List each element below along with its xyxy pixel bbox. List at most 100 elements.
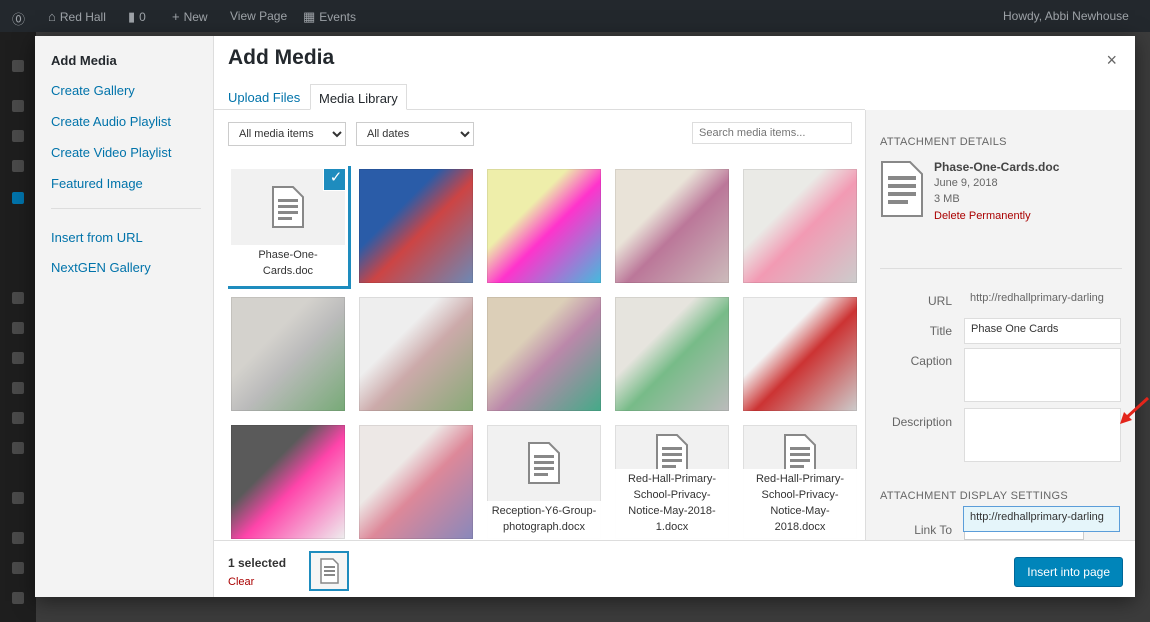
attachment-document[interactable]: Red-Hall-Primary-School-Privacy-Notice-M… <box>615 425 729 539</box>
close-icon[interactable]: × <box>1106 50 1117 71</box>
annotation-arrow-icon <box>1120 396 1150 424</box>
site-name: Red Hall <box>59 9 106 24</box>
add-media-modal: Add Media Create Gallery Create Audio Pl… <box>35 36 1135 597</box>
insert-into-page-button[interactable]: Insert into page <box>1014 557 1123 587</box>
attachment-photo[interactable] <box>359 425 473 539</box>
view-page-link[interactable]: View Page <box>230 9 287 23</box>
attachment-photo[interactable] <box>359 297 473 411</box>
events-link[interactable]: ▦ Events <box>303 9 356 25</box>
selected-attachment-thumbnail[interactable] <box>309 551 349 591</box>
attachment-filename: Reception-Y6-Group-photograph.docx <box>487 501 601 539</box>
user-icon <box>12 532 24 544</box>
plus-icon: + <box>172 9 180 24</box>
document-icon <box>881 161 923 217</box>
date-filter[interactable]: All dates <box>356 122 474 146</box>
attachment-photo[interactable] <box>487 297 601 411</box>
menu-separator <box>51 208 201 209</box>
pin-icon <box>12 442 24 454</box>
howdy-account[interactable]: Howdy, Abbi Newhouse <box>1003 9 1129 23</box>
selection-count: 1 selected <box>228 556 287 570</box>
description-label: Description <box>891 415 952 429</box>
attachment-photo[interactable] <box>231 297 345 411</box>
menu-create-gallery[interactable]: Create Gallery <box>51 83 135 98</box>
pin-icon <box>12 352 24 364</box>
url-field[interactable]: http://redhallprimary-darling <box>964 288 1121 314</box>
media-router-tabs: Upload Files Media Library <box>214 78 865 110</box>
pin-icon <box>12 412 24 424</box>
menu-nextgen-gallery[interactable]: NextGEN Gallery <box>51 260 151 275</box>
wrench-icon <box>12 562 24 574</box>
tab-upload-files[interactable]: Upload Files <box>220 84 308 110</box>
media-menu: Add Media Create Gallery Create Audio Pl… <box>35 36 214 597</box>
pin-icon <box>12 100 24 112</box>
new-link[interactable]: + New <box>172 9 208 24</box>
modal-title: Add Media <box>228 46 335 69</box>
attachment-document[interactable]: Reception-Y6-Group-photograph.docx <box>487 425 601 539</box>
comment-count: 0 <box>139 10 146 24</box>
details-divider <box>880 268 1122 269</box>
key-icon <box>12 160 24 172</box>
attachment-photo[interactable] <box>743 169 857 283</box>
media-icon <box>12 192 24 204</box>
attachment-document[interactable]: Phase-One-Cards.doc ✓ <box>231 169 345 283</box>
home-icon: ⌂ <box>48 9 56 24</box>
delete-permanently-link[interactable]: Delete Permanently <box>934 210 1031 222</box>
attachment-filename: Red-Hall-Primary-School-Privacy-Notice-M… <box>615 469 729 539</box>
link-url-field[interactable]: http://redhallprimary-darling <box>963 506 1120 532</box>
description-field[interactable] <box>964 408 1121 462</box>
admin-sidebar <box>0 32 36 622</box>
calendar-icon: ▦ <box>303 9 316 24</box>
attachment-details-panel: ATTACHMENT DETAILS Phase-One-Cards.doc J… <box>865 110 1135 540</box>
comments-link[interactable]: ▮ 0 <box>128 9 146 25</box>
attachment-filename: Phase-One-Cards.doc <box>934 160 1060 174</box>
calendar-icon <box>12 130 24 142</box>
attachment-filename: Red-Hall-Primary-School-Privacy-Notice-M… <box>743 469 857 539</box>
media-type-filter[interactable]: All media items <box>228 122 346 146</box>
attachment-photo[interactable] <box>487 169 601 283</box>
attachment-photo[interactable] <box>743 297 857 411</box>
attachment-photo[interactable] <box>615 169 729 283</box>
document-icon <box>528 442 560 484</box>
caption-field[interactable] <box>964 348 1121 402</box>
search-input[interactable] <box>692 122 852 144</box>
link-to-label: Link To <box>914 523 952 537</box>
pin-icon <box>12 292 24 304</box>
dashboard-icon <box>12 60 24 72</box>
document-icon <box>320 558 339 584</box>
events-label: Events <box>319 10 356 24</box>
url-label: URL <box>927 294 952 308</box>
menu-create-audio-playlist[interactable]: Create Audio Playlist <box>51 114 171 129</box>
attachment-filename: Phase-One-Cards.doc <box>231 245 345 283</box>
pin-icon <box>12 322 24 334</box>
menu-create-video-playlist[interactable]: Create Video Playlist <box>51 145 171 160</box>
check-icon[interactable]: ✓ <box>324 169 345 190</box>
howdy-label: Howdy, Abbi Newhouse <box>1003 9 1129 23</box>
settings-icon <box>12 592 24 604</box>
attachment-details-heading: ATTACHMENT DETAILS <box>880 136 1007 148</box>
attachment-date: June 9, 2018 <box>934 177 998 189</box>
pin-icon <box>12 382 24 394</box>
media-grid: Phase-One-Cards.doc ✓ Reception-Y6-Group-p… <box>228 166 858 539</box>
attachment-photo[interactable] <box>231 425 345 539</box>
site-link[interactable]: ⌂ Red Hall <box>48 9 106 24</box>
clear-selection-link[interactable]: Clear <box>228 576 254 588</box>
display-settings-heading: ATTACHMENT DISPLAY SETTINGS <box>880 490 1068 502</box>
title-field[interactable]: Phase One Cards <box>964 318 1121 344</box>
tab-media-library[interactable]: Media Library <box>310 84 407 110</box>
wordpress-logo-icon[interactable]: ⓪ <box>12 9 25 28</box>
attachment-photo[interactable] <box>615 297 729 411</box>
new-label: New <box>183 9 208 24</box>
attachment-photo[interactable] <box>359 169 473 283</box>
comment-icon: ▮ <box>128 9 136 24</box>
view-page-label: View Page <box>230 9 288 23</box>
menu-add-media[interactable]: Add Media <box>51 53 117 68</box>
attachment-size: 3 MB <box>934 193 960 205</box>
document-icon <box>272 186 304 228</box>
attachment-document[interactable]: Red-Hall-Primary-School-Privacy-Notice-M… <box>743 425 857 539</box>
menu-featured-image[interactable]: Featured Image <box>51 176 143 191</box>
media-toolbar: 1 selected Clear Insert into page <box>214 540 1135 597</box>
admin-bar: ⓪ ⌂ Red Hall ▮ 0 + New View Page ▦ Event… <box>0 0 1150 32</box>
pin-icon <box>12 492 24 504</box>
menu-insert-from-url[interactable]: Insert from URL <box>51 230 143 245</box>
caption-label: Caption <box>910 354 952 368</box>
